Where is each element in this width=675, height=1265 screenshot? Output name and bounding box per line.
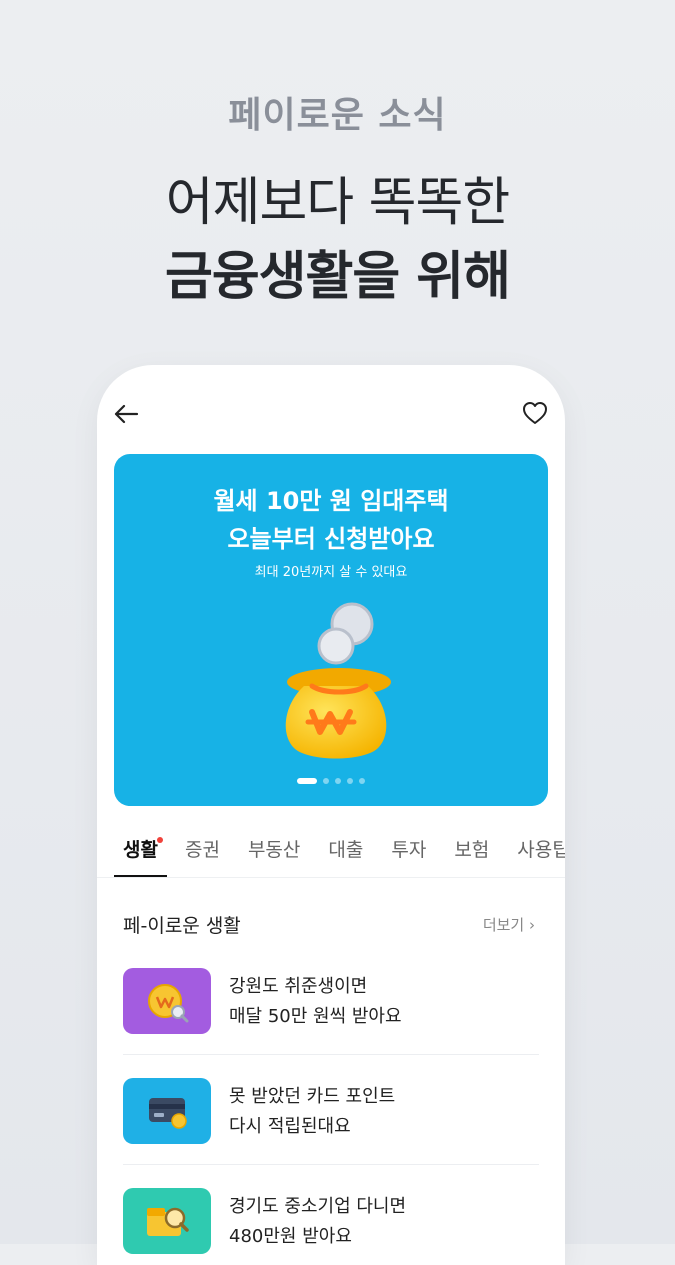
carousel-dot-3 [335,778,341,784]
money-bag-icon [264,594,404,764]
list-item[interactable]: 강원도 취준생이면 매달 50만 원씩 받아요 [123,968,539,1078]
tab-insurance[interactable]: 보험 [454,835,489,877]
heart-icon[interactable] [521,399,549,427]
more-link[interactable]: 더보기 › [483,914,535,935]
carousel-dot-4 [347,778,353,784]
list-item-title: 강원도 취준생이면 [229,976,368,997]
phone-frame: 월세 10만 원 임대주택 오늘부터 신청받아요 최대 20년까지 살 수 있대… [97,365,565,1265]
banner-title: 월세 10만 원 임대주택 오늘부터 신청받아요 [114,482,548,558]
list-item[interactable]: 못 받았던 카드 포인트 다시 적립된대요 [123,1078,539,1188]
hero-headline-line2: 금융생활을 위해 [165,247,511,307]
list-item-subtitle: 매달 50만 원씩 받아요 [229,1006,402,1027]
banner-title-line2: 오늘부터 신청받아요 [227,525,435,553]
tab-label: 생활 [123,839,158,861]
tab-tips[interactable]: 사용팁 [517,835,565,877]
tabs-divider [97,877,565,878]
wallet-magnifier-icon [123,1188,211,1254]
new-badge-dot [156,837,163,843]
arrow-left-icon[interactable] [111,399,141,429]
carousel-indicator [114,778,548,784]
banner-title-line1: 월세 10만 원 임대주택 [213,487,449,515]
list-item-subtitle: 다시 적립된대요 [229,1116,351,1137]
list-divider [123,1164,539,1165]
list-item-title: 경기도 중소기업 다니면 [229,1196,407,1217]
top-bar [97,395,565,435]
article-list: 강원도 취준생이면 매달 50만 원씩 받아요 못 받았던 카드 포인트 다시 … [123,968,539,1265]
list-item[interactable]: 경기도 중소기업 다니면 480만원 받아요 [123,1188,539,1265]
list-item-text: 못 받았던 카드 포인트 다시 적립된대요 [229,1082,395,1142]
carousel-dot-5 [359,778,365,784]
list-divider [123,1054,539,1055]
hero-headline-line1: 어제보다 똑똑한 [165,173,510,233]
hero-subtitle: 페이로운 소식 [228,95,447,136]
credit-card-icon [123,1078,211,1144]
tab-real-estate[interactable]: 부동산 [248,835,300,877]
list-item-title: 못 받았던 카드 포인트 [229,1086,396,1107]
carousel-dot-1 [297,778,317,784]
list-item-text: 강원도 취준생이면 매달 50만 원씩 받아요 [229,972,402,1032]
list-item-subtitle: 480만원 받아요 [229,1226,352,1247]
coin-magnifier-icon [123,968,211,1034]
section-title: 페-이로운 생활 [123,915,241,937]
list-item-text: 경기도 중소기업 다니면 480만원 받아요 [229,1192,406,1252]
tab-life[interactable]: 생활 [114,835,167,877]
promo-banner[interactable]: 월세 10만 원 임대주택 오늘부터 신청받아요 최대 20년까지 살 수 있대… [114,454,548,806]
tab-securities[interactable]: 증권 [185,835,220,877]
category-tabs: 생활 증권 부동산 대출 투자 보험 사용팁 [114,835,565,877]
banner-subtitle: 최대 20년까지 살 수 있대요 [254,565,408,580]
carousel-dot-2 [323,778,329,784]
tab-loan[interactable]: 대출 [328,835,363,877]
tab-investment[interactable]: 투자 [391,835,426,877]
